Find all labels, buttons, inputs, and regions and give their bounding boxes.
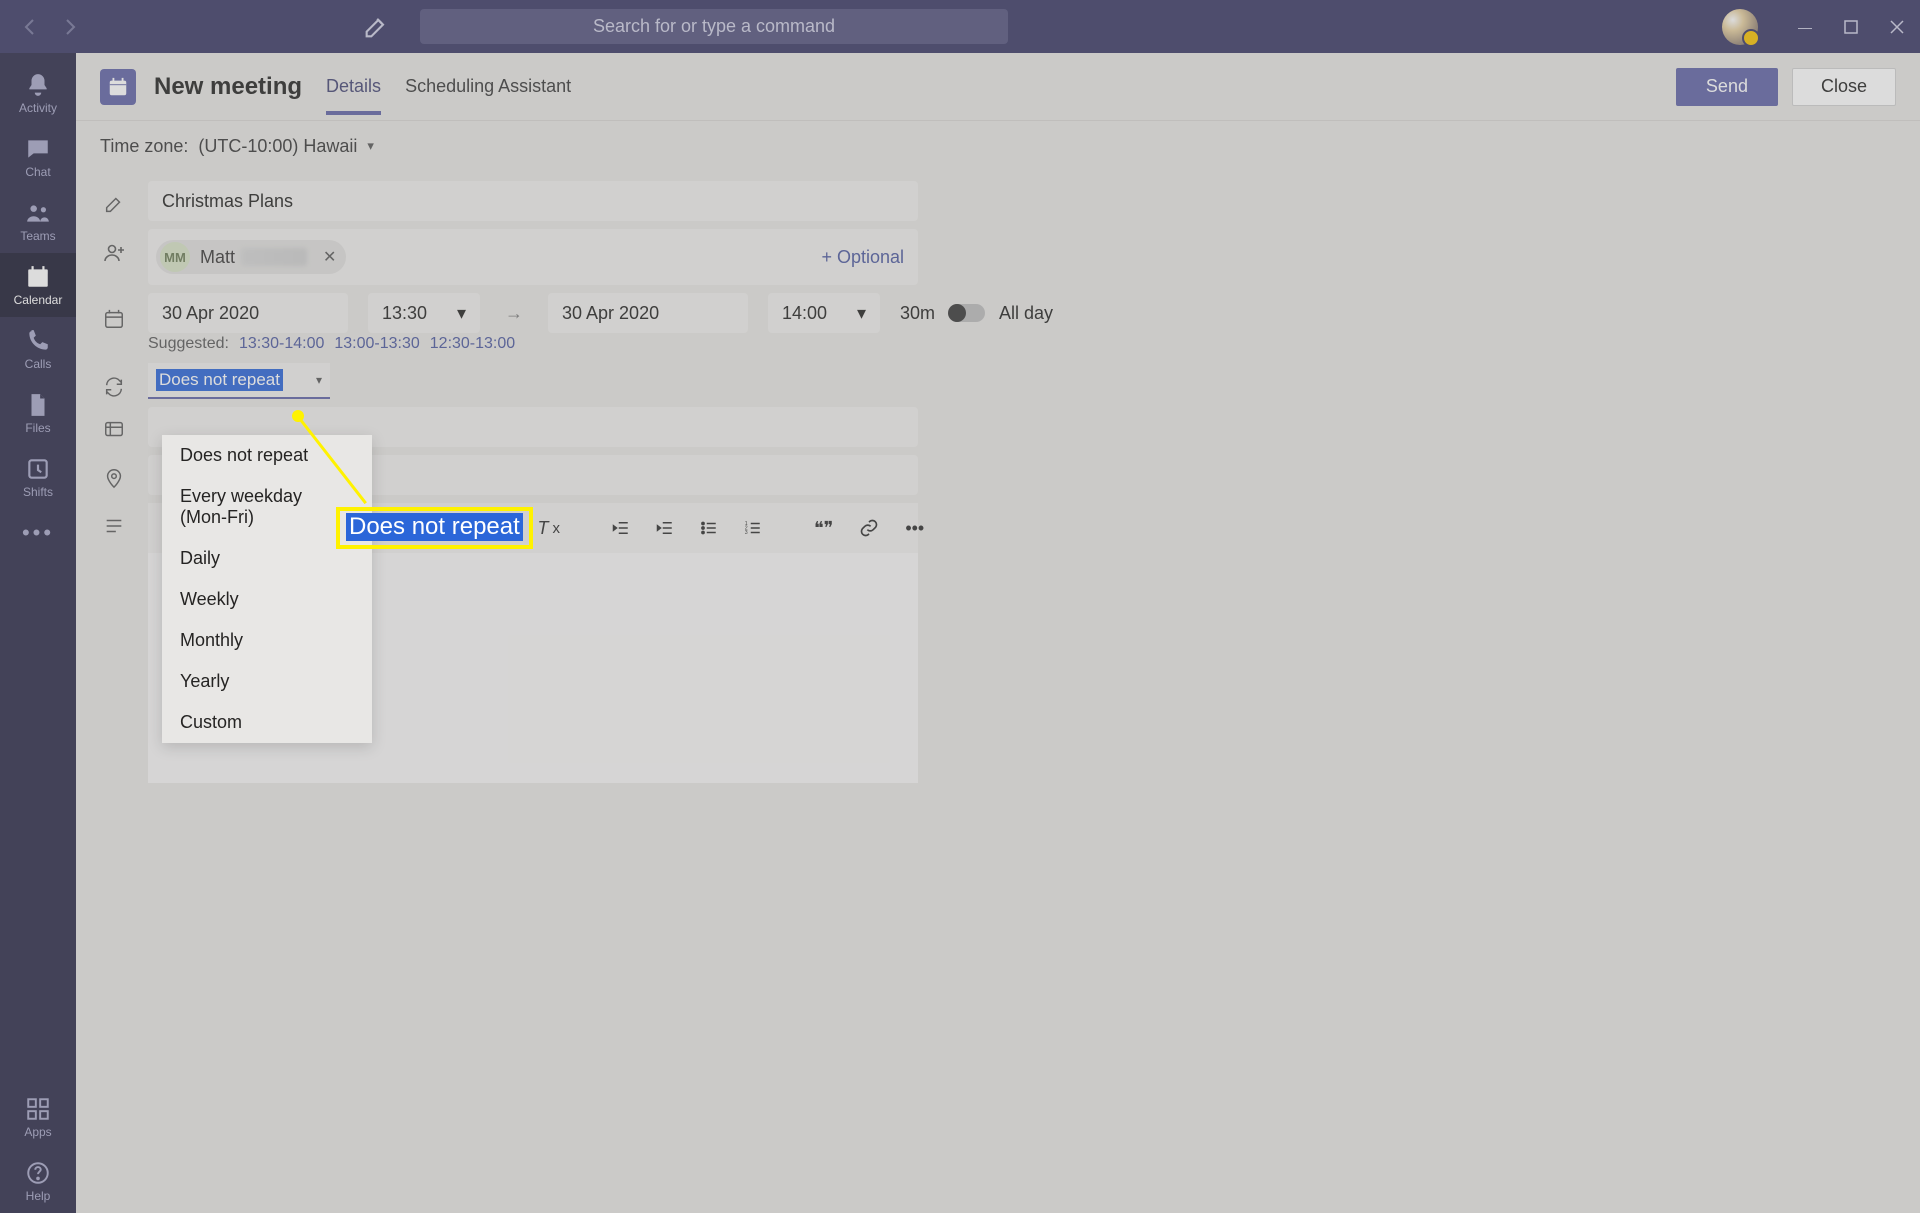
rail-chat-label: Chat [25, 165, 50, 179]
rail-more[interactable]: ••• [0, 509, 76, 557]
recurrence-options-menu: Does not repeat Every weekday (Mon-Fri) … [162, 435, 372, 743]
add-optional-link[interactable]: + Optional [821, 247, 904, 268]
forward-button[interactable] [58, 15, 82, 39]
arrow-right-icon: → [500, 303, 528, 324]
meeting-title-input[interactable]: Christmas Plans [148, 181, 918, 221]
annotation-callout: Does not repeat [336, 507, 533, 549]
recurrence-icon [100, 364, 128, 398]
start-date-input[interactable]: 30 Apr 2020 [148, 293, 348, 333]
end-time-value: 14:00 [782, 303, 827, 324]
allday-label: All day [999, 303, 1053, 324]
rail-files[interactable]: Files [0, 381, 76, 445]
send-button[interactable]: Send [1676, 68, 1778, 106]
compose-icon[interactable] [362, 13, 390, 41]
suggested-slot[interactable]: 13:30-14:00 [239, 335, 324, 353]
rail-chat[interactable]: Chat [0, 125, 76, 189]
end-date-input[interactable]: 30 Apr 2020 [548, 293, 748, 333]
outdent-button[interactable] [612, 519, 630, 537]
add-people-icon [100, 229, 128, 265]
suggested-label: Suggested: [148, 335, 229, 353]
rail-activity-label: Activity [19, 101, 57, 115]
chevron-down-icon: ▾ [367, 138, 374, 154]
indent-button[interactable] [656, 519, 674, 537]
start-time-input[interactable]: 13:30 ▾ [368, 293, 480, 333]
window-maximize[interactable] [1828, 0, 1874, 53]
close-button[interactable]: Close [1792, 68, 1896, 106]
link-button[interactable] [859, 518, 879, 538]
app-rail: Activity Chat Teams Calendar Calls Files… [0, 53, 76, 1213]
timezone-value: (UTC-10:00) Hawaii [198, 136, 357, 157]
window-minimize[interactable]: — [1782, 0, 1828, 53]
rail-teams[interactable]: Teams [0, 189, 76, 253]
rail-calls-label: Calls [25, 357, 52, 371]
ol-button[interactable]: 123 [744, 519, 762, 537]
ul-button[interactable] [700, 519, 718, 537]
rail-apps-label: Apps [24, 1125, 51, 1139]
attendee-avatar: MM [160, 242, 190, 272]
suggested-slot[interactable]: 12:30-13:00 [430, 335, 515, 353]
clear-formatting-button[interactable]: Tx [537, 518, 560, 539]
attendee-name-blurred [241, 248, 307, 266]
channel-icon [100, 407, 128, 441]
rail-apps[interactable]: Apps [0, 1085, 76, 1149]
annotation-dot [292, 410, 304, 422]
more-tools[interactable]: ••• [905, 518, 924, 539]
rail-activity[interactable]: Activity [0, 61, 76, 125]
pencil-icon [100, 181, 128, 215]
page-header: New meeting Details Scheduling Assistant… [76, 53, 1920, 121]
chevron-down-icon: ▾ [316, 373, 322, 387]
suggested-slot[interactable]: 13:00-13:30 [334, 335, 419, 353]
rail-calendar-label: Calendar [14, 293, 63, 307]
search-placeholder: Search for or type a command [593, 16, 835, 37]
recurrence-option[interactable]: Yearly [162, 661, 372, 702]
window-close[interactable] [1874, 0, 1920, 53]
recurrence-option[interactable]: Weekly [162, 579, 372, 620]
main-pane: New meeting Details Scheduling Assistant… [76, 53, 1920, 1213]
location-icon [100, 455, 128, 489]
start-time-value: 13:30 [382, 303, 427, 324]
annotation-text: Does not repeat [346, 513, 523, 541]
rail-help-label: Help [26, 1189, 51, 1203]
attendee-chip[interactable]: MM Matt ✕ [156, 240, 346, 274]
quote-button[interactable]: ❝❞ [814, 518, 833, 539]
attendees-input[interactable]: MM Matt ✕ + Optional [148, 229, 918, 285]
rail-shifts[interactable]: Shifts [0, 445, 76, 509]
titlebar: Search for or type a command — [0, 0, 1920, 53]
chevron-down-icon: ▾ [857, 303, 866, 324]
description-icon [100, 503, 128, 537]
svg-text:3: 3 [745, 530, 748, 536]
timezone-row[interactable]: Time zone: (UTC-10:00) Hawaii ▾ [76, 121, 1920, 171]
search-input[interactable]: Search for or type a command [420, 9, 1008, 44]
back-button[interactable] [18, 15, 42, 39]
recurrence-dropdown[interactable]: Does not repeat ▾ [148, 363, 330, 399]
calendar-icon [100, 296, 128, 330]
duration-label: 30m [900, 303, 935, 324]
recurrence-value: Does not repeat [156, 369, 283, 391]
page-title: New meeting [154, 73, 302, 101]
attendee-name: Matt [200, 247, 235, 268]
tab-details[interactable]: Details [326, 58, 381, 115]
rail-shifts-label: Shifts [23, 485, 53, 499]
recurrence-option[interactable]: Custom [162, 702, 372, 743]
attendee-remove-icon[interactable]: ✕ [323, 247, 336, 267]
rail-calendar[interactable]: Calendar [0, 253, 76, 317]
suggested-row: Suggested: 13:30-14:00 13:00-13:30 12:30… [148, 335, 1920, 353]
tab-scheduling-assistant[interactable]: Scheduling Assistant [405, 58, 571, 115]
user-avatar[interactable] [1722, 9, 1758, 45]
allday-toggle[interactable] [949, 304, 985, 322]
end-time-input[interactable]: 14:00 ▾ [768, 293, 880, 333]
chevron-down-icon: ▾ [457, 303, 466, 324]
rail-teams-label: Teams [20, 229, 55, 243]
rail-files-label: Files [25, 421, 50, 435]
rail-help[interactable]: Help [0, 1149, 76, 1213]
recurrence-option[interactable]: Monthly [162, 620, 372, 661]
rail-calls[interactable]: Calls [0, 317, 76, 381]
calendar-badge-icon [100, 69, 136, 105]
timezone-label: Time zone: [100, 136, 188, 157]
